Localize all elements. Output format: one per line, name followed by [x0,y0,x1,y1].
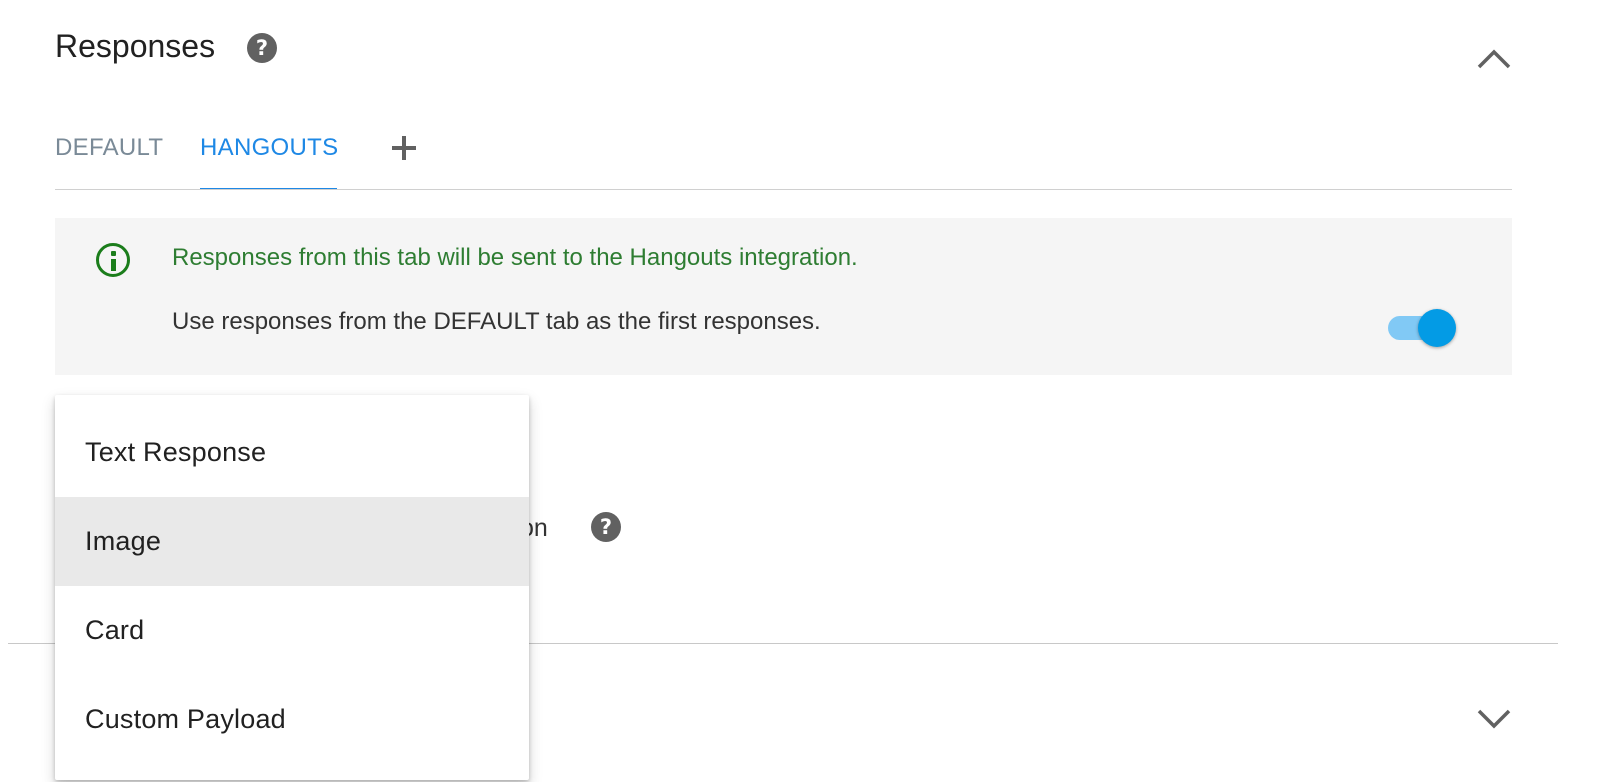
response-tabs: DEFAULT HANGOUTS [55,120,1512,190]
plus-icon[interactable] [390,134,418,162]
integration-info-box: Responses from this tab will be sent to … [55,218,1512,375]
info-outline-icon [96,243,130,277]
tab-hangouts[interactable]: HANGOUTS [200,134,338,162]
section-title: Responses [55,28,216,64]
menu-item-custom-payload[interactable]: Custom Payload [55,675,529,764]
menu-item-image[interactable]: Image [55,497,529,586]
default-responses-toggle[interactable] [1388,308,1458,348]
default-responses-toggle-label: Use responses from the DEFAULT tab as th… [172,308,821,335]
tab-default[interactable]: DEFAULT [55,134,163,162]
chevron-up-icon[interactable] [1477,47,1511,69]
responses-page: Responses ? DEFAULT HANGOUTS Responses f… [0,0,1600,782]
help-icon[interactable]: ? [591,512,621,542]
tabs-divider [55,189,1512,190]
menu-item-text-response[interactable]: Text Response [55,408,529,497]
chevron-down-icon[interactable] [1477,708,1511,730]
toggle-thumb [1418,309,1456,347]
integration-info-message: Responses from this tab will be sent to … [172,244,858,271]
add-response-menu: Text Response Image Card Custom Payload [55,395,529,780]
menu-item-card[interactable]: Card [55,586,529,675]
help-icon[interactable]: ? [247,33,277,63]
